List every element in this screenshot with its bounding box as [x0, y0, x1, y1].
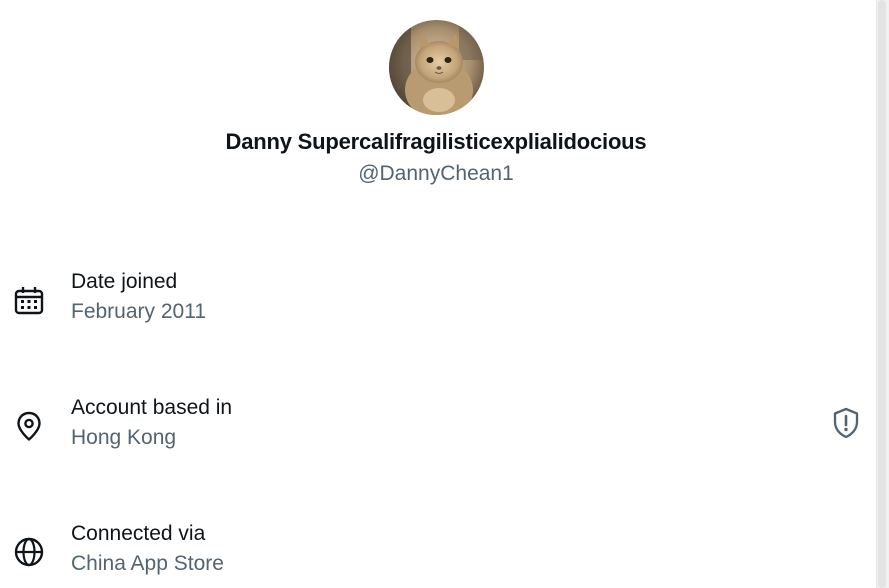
- date-joined-value: February 2011: [71, 300, 207, 323]
- globe-icon: [13, 536, 45, 568]
- calendar-icon: [13, 284, 45, 316]
- info-row-connected-via: Connected via China App Store: [0, 522, 872, 586]
- date-joined-label: Date joined: [71, 270, 178, 293]
- cat-avatar-image: [389, 20, 484, 115]
- location-pin-icon: [13, 410, 45, 442]
- connected-via-label: Connected via: [71, 522, 206, 545]
- profile-handle[interactable]: @DannyChean1: [0, 162, 872, 186]
- connected-via-value: China App Store: [71, 552, 224, 575]
- account-based-in-value: Hong Kong: [71, 426, 177, 449]
- avatar[interactable]: [389, 20, 484, 115]
- info-row-date-joined: Date joined February 2011: [0, 270, 872, 334]
- shield-alert-icon[interactable]: [832, 407, 860, 439]
- account-based-in-label: Account based in: [71, 396, 233, 419]
- scrollbar-thumb[interactable]: [878, 0, 886, 588]
- info-row-account-based-in: Account based in Hong Kong: [0, 396, 872, 460]
- profile-display-name: Danny Supercalifragilisticexplialidociou…: [225, 129, 647, 154]
